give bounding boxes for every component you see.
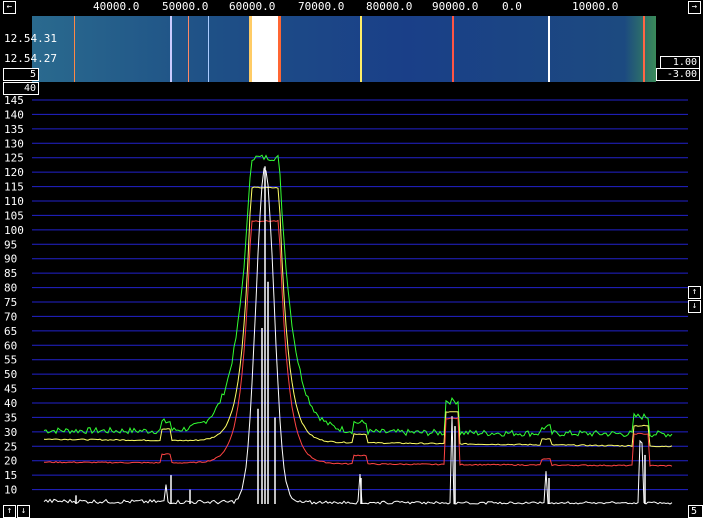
y-tick-label: 65 xyxy=(4,325,17,338)
y-tick-label: 110 xyxy=(4,195,24,208)
spectrum-chart[interactable]: 10 1520 2530 354045 5055 6065 707580 8590 95100 1… xyxy=(0,95,703,518)
step-field[interactable]: 5 xyxy=(688,505,703,518)
freq-label: 80000.0 xyxy=(366,0,413,13)
scale-up-button[interactable]: ↑ xyxy=(688,286,701,299)
y-tick-label: 75 xyxy=(4,296,17,309)
y-tick-label: 115 xyxy=(4,181,24,194)
waterfall-time: 12.54.31 xyxy=(4,32,57,45)
waterfall-signal-line xyxy=(74,16,75,82)
scroll-left-button[interactable]: ← xyxy=(3,1,16,14)
waterfall-signal-line xyxy=(170,16,172,82)
y-tick-label: 145 xyxy=(4,95,24,107)
freq-label: 90000.0 xyxy=(432,0,479,13)
green-trace xyxy=(43,154,673,438)
y-tick-label: 45 xyxy=(4,383,17,396)
waterfall-display[interactable] xyxy=(32,16,656,82)
freq-label: 60000.0 xyxy=(229,0,276,13)
y-tick-label: 40 xyxy=(4,397,17,410)
y-tick-label: 70 xyxy=(4,310,17,323)
y-tick-label: 25 xyxy=(4,440,17,453)
y-tick-label: 130 xyxy=(4,137,24,150)
freq-label: 40000.0 xyxy=(93,0,140,13)
y-tick-label: 15 xyxy=(4,469,17,482)
red-trace xyxy=(44,219,673,467)
y-tick-label: 35 xyxy=(4,411,17,424)
rate-field[interactable]: 5 xyxy=(3,68,39,81)
y-tick-label: 60 xyxy=(4,339,17,352)
offset-field[interactable]: -3.00 xyxy=(656,68,700,81)
y-tick-label: 55 xyxy=(4,354,17,367)
waterfall-signal-line xyxy=(208,16,209,82)
waterfall-signal-line xyxy=(360,16,362,82)
y-tick-label: 10 xyxy=(4,484,17,497)
freq-label: 50000.0 xyxy=(162,0,209,13)
avg-field[interactable]: 40 xyxy=(3,82,39,95)
waterfall-signal-line xyxy=(452,16,454,82)
y-tick-label: 100 xyxy=(4,224,24,237)
white-trace xyxy=(43,167,673,505)
freq-label: 10000.0 xyxy=(572,0,619,13)
y-tick-label: 50 xyxy=(4,368,17,381)
y-tick-label: 140 xyxy=(4,108,24,121)
y-tick-label: 105 xyxy=(4,209,24,222)
waterfall-signal-line xyxy=(643,16,645,82)
scale-down-button[interactable]: ↓ xyxy=(688,300,701,313)
y-tick-label: 125 xyxy=(4,152,24,165)
waterfall-time: 12.54.27 xyxy=(4,52,57,65)
y-tick-label: 85 xyxy=(4,267,17,280)
freq-label: 0.0 xyxy=(502,0,522,13)
waterfall-signal-line xyxy=(548,16,550,82)
y-tick-label: 135 xyxy=(4,123,24,136)
zoom-up-button[interactable]: ↑ xyxy=(3,505,16,518)
y-tick-label: 95 xyxy=(4,238,17,251)
zoom-down-button[interactable]: ↓ xyxy=(17,505,30,518)
y-tick-label: 30 xyxy=(4,426,17,439)
scroll-right-button[interactable]: → xyxy=(688,1,701,14)
y-tick-label: 120 xyxy=(4,166,24,179)
waterfall-signal-line xyxy=(188,16,189,82)
y-tick-label: 20 xyxy=(4,455,17,468)
y-tick-label: 80 xyxy=(4,282,17,295)
freq-label: 70000.0 xyxy=(298,0,345,13)
y-tick-label: 90 xyxy=(4,253,17,266)
